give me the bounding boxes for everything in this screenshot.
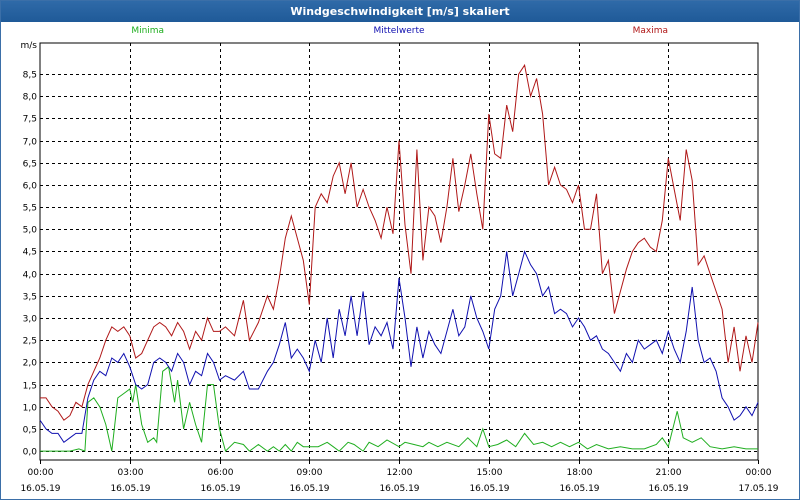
x-tick-label-time: 09:00 (297, 468, 323, 478)
y-axis-unit-label: m/s (21, 41, 38, 51)
y-tick-label: 3,5 (23, 293, 37, 303)
legend-maxima: Maxima (633, 26, 668, 36)
x-tick-label-date: 16.05.19 (110, 484, 150, 494)
y-tick-label: 0,5 (23, 426, 37, 436)
y-tick-label: 3,0 (23, 315, 38, 325)
x-tick-label-time: 12:00 (387, 468, 413, 478)
x-tick-label-time: 15:00 (477, 468, 503, 478)
y-tick-label: 6,0 (23, 182, 38, 192)
x-tick-label-date: 16.05.19 (289, 484, 329, 494)
x-tick-label-date: 16.05.19 (469, 484, 509, 494)
x-tick-label-time: 00:00 (746, 468, 772, 478)
y-tick-label: 4,5 (23, 248, 37, 258)
y-tick-label: 2,0 (23, 359, 38, 369)
y-tick-label: 7,5 (23, 115, 37, 125)
y-tick-label: 1,5 (23, 382, 37, 392)
legend-mittelwerte: Mittelwerte (373, 26, 424, 36)
x-tick-label-time: 21:00 (656, 468, 682, 478)
y-tick-label: 5,0 (23, 226, 38, 236)
x-tick-label-date: 16.05.19 (379, 484, 419, 494)
y-tick-label: 6,5 (23, 160, 37, 170)
y-tick-label: 4,0 (23, 271, 38, 281)
legend-minima: Minima (131, 26, 164, 36)
x-tick-label-date: 16.05.19 (20, 484, 60, 494)
y-tick-label: 7,0 (23, 138, 38, 148)
y-tick-label: 8,5 (23, 71, 37, 81)
y-tick-label: 5,5 (23, 204, 37, 214)
x-tick-label-time: 06:00 (208, 468, 234, 478)
y-tick-label: 1,0 (23, 404, 38, 414)
y-tick-label: 2,5 (23, 337, 37, 347)
y-tick-label: 8,0 (23, 93, 38, 103)
x-tick-label-time: 00:00 (28, 468, 54, 478)
x-tick-label-date: 16.05.19 (648, 484, 688, 494)
x-tick-label-time: 03:00 (118, 468, 144, 478)
x-tick-label-date: 16.05.19 (559, 484, 599, 494)
x-tick-label-time: 18:00 (567, 468, 593, 478)
x-tick-label-date: 17.05.19 (738, 484, 778, 494)
x-tick-label-date: 16.05.19 (200, 484, 240, 494)
wind-speed-chart: 0,0 0,5 1,0 1,5 2,0 2,5 3,0 3,5 4,0 4,5 5,0 5,5 6,0 6… (20, 26, 778, 494)
window-title: Windgeschwindigkeit [m/s] skaliert (1, 1, 799, 22)
y-tick-label: 0,0 (23, 448, 38, 458)
